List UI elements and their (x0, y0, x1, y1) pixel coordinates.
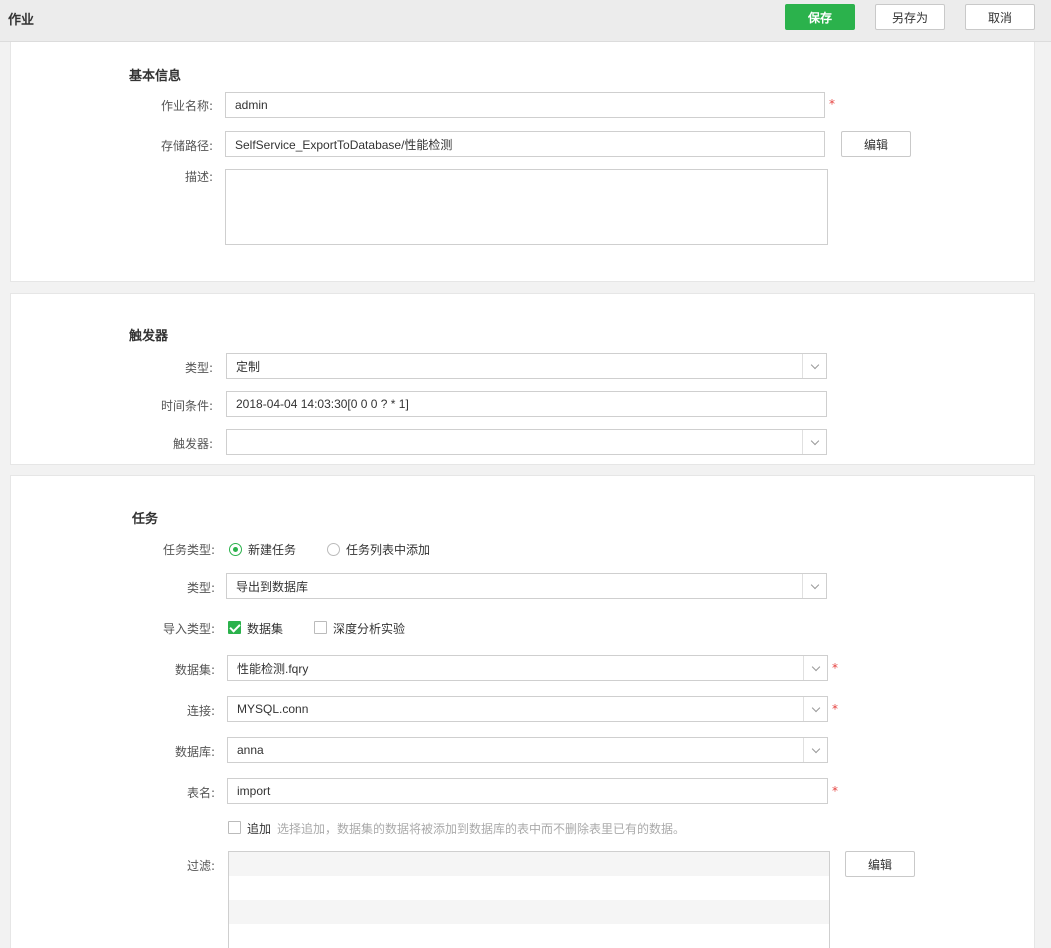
description-label: 描述: (184, 170, 213, 184)
connection-value: MYSQL.conn (237, 702, 309, 716)
chevron-down-icon[interactable] (803, 697, 827, 721)
storage-path-label: 存储路径: (160, 139, 213, 153)
import-type-label: 导入类型: (162, 622, 215, 636)
storage-path-input[interactable]: SelfService_ExportToDatabase/性能检测 (225, 131, 825, 157)
chevron-down-icon[interactable] (802, 574, 826, 598)
radio-add-from-list-label[interactable]: 任务列表中添加 (346, 541, 430, 558)
trigger-type-value: 定制 (236, 359, 261, 374)
chevron-down-icon[interactable] (802, 430, 826, 454)
connection-label: 连接: (186, 704, 215, 718)
header-bar: 作业 保存 另存为 取消 (0, 0, 1051, 42)
save-as-button[interactable]: 另存为 (875, 4, 945, 30)
required-mark: * (832, 661, 838, 675)
required-mark: * (829, 97, 835, 111)
trigger-select[interactable] (226, 429, 827, 455)
task-kind-label: 类型: (186, 581, 215, 595)
filter-box[interactable] (228, 851, 830, 948)
checkbox-deep-analysis-label[interactable]: 深度分析实验 (333, 620, 405, 637)
save-button[interactable]: 保存 (785, 4, 855, 30)
task-card: 任务 任务类型: 新建任务 任务列表中添加 类型: 导出到数据库 导入类型: 数… (10, 475, 1035, 948)
time-condition-label: 时间条件: (160, 399, 213, 413)
time-condition-input[interactable]: 2018-04-04 14:03:30[0 0 0 ? * 1] (226, 391, 827, 417)
filter-row[interactable] (229, 852, 829, 876)
table-name-input[interactable]: import (227, 778, 828, 804)
trigger-title: 触发器 (129, 329, 169, 344)
required-mark: * (832, 702, 838, 716)
trigger-type-select[interactable]: 定制 (226, 353, 827, 379)
checkbox-deep-analysis[interactable] (314, 621, 327, 634)
filter-row[interactable] (229, 876, 829, 900)
trigger-type-label: 类型: (184, 361, 213, 375)
chevron-down-icon[interactable] (803, 656, 827, 680)
chevron-down-icon[interactable] (803, 738, 827, 762)
filter-label: 过滤: (186, 859, 215, 873)
radio-new-task[interactable] (229, 543, 242, 556)
checkbox-append-label[interactable]: 追加 (247, 820, 271, 837)
checkbox-append[interactable] (228, 821, 241, 834)
filter-row[interactable] (229, 924, 829, 948)
task-type-label: 任务类型: (162, 543, 215, 557)
dataset-label: 数据集: (174, 663, 215, 677)
checkbox-dataset-label[interactable]: 数据集 (247, 620, 283, 637)
cancel-button[interactable]: 取消 (965, 4, 1035, 30)
trigger-label: 触发器: (172, 437, 213, 451)
basic-info-card: 基本信息 作业名称: admin * 存储路径: SelfService_Exp… (10, 42, 1035, 282)
radio-add-from-list[interactable] (327, 543, 340, 556)
job-name-input[interactable]: admin (225, 92, 825, 118)
filter-row[interactable] (229, 900, 829, 924)
page-title: 作业 (8, 13, 35, 28)
database-label: 数据库: (174, 745, 215, 759)
dataset-select[interactable]: 性能检测.fqry (227, 655, 828, 681)
chevron-down-icon[interactable] (802, 354, 826, 378)
filter-edit-button[interactable]: 编辑 (845, 851, 915, 877)
trigger-card: 触发器 类型: 定制 时间条件: 2018-04-04 14:03:30[0 0… (10, 293, 1035, 465)
task-kind-select[interactable]: 导出到数据库 (226, 573, 827, 599)
database-select[interactable]: anna (227, 737, 828, 763)
required-mark: * (832, 784, 838, 798)
connection-select[interactable]: MYSQL.conn (227, 696, 828, 722)
database-value: anna (237, 743, 264, 757)
append-hint: 选择追加，数据集的数据将被添加到数据库的表中而不删除表里已有的数据。 (277, 822, 686, 836)
dataset-value: 性能检测.fqry (237, 661, 309, 676)
task-kind-value: 导出到数据库 (236, 579, 309, 594)
description-textarea[interactable] (225, 169, 828, 245)
checkbox-dataset[interactable] (228, 621, 241, 634)
task-title: 任务 (132, 512, 159, 527)
table-name-label: 表名: (186, 786, 215, 800)
storage-path-edit-button[interactable]: 编辑 (841, 131, 911, 157)
job-name-label: 作业名称: (160, 99, 213, 113)
basic-info-title: 基本信息 (129, 69, 182, 84)
radio-new-task-label[interactable]: 新建任务 (248, 541, 296, 558)
